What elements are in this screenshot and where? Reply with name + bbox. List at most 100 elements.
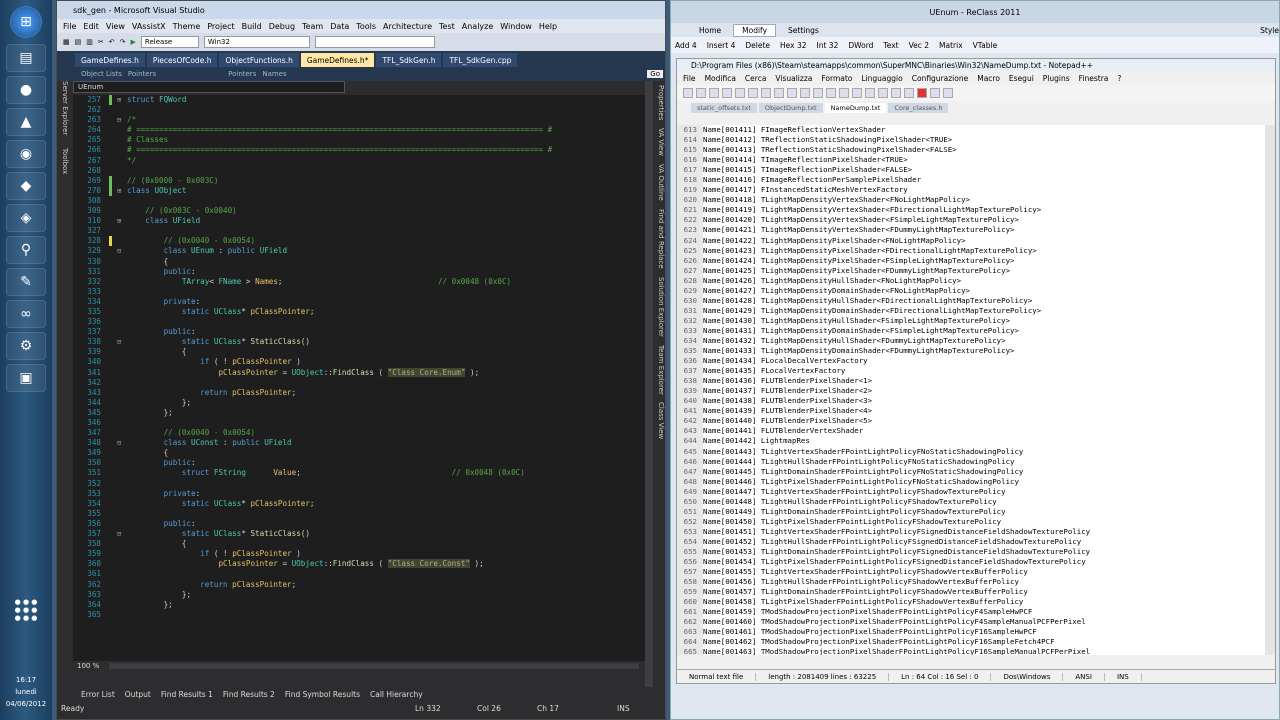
np-cut-icon[interactable]: [761, 88, 771, 98]
vs-menu-item[interactable]: Tools: [356, 22, 376, 31]
np-zoom-out-icon[interactable]: [865, 88, 875, 98]
tool-window-tab[interactable]: Properties: [657, 85, 665, 120]
devenv-icon[interactable]: ◈: [6, 204, 46, 232]
np-undo-icon[interactable]: [800, 88, 810, 98]
np-new-icon[interactable]: [683, 88, 693, 98]
tool-window-tab[interactable]: VA View: [657, 128, 665, 156]
nav-pointers[interactable]: Pointers: [128, 70, 156, 78]
rc-ribbon-button[interactable]: Delete: [745, 41, 770, 50]
vs-titlebar[interactable]: sdk_gen - Microsoft Visual Studio: [57, 1, 665, 19]
magnifier-icon[interactable]: ⚲: [6, 236, 46, 264]
vs-menu-item[interactable]: VAssistX: [132, 22, 166, 31]
tool-window-tab[interactable]: Solution Explorer: [657, 277, 665, 337]
np-copy-icon[interactable]: [774, 88, 784, 98]
vs-menu-item[interactable]: Project: [207, 22, 234, 31]
save-icon[interactable]: ▥: [86, 38, 93, 46]
np-menu-item[interactable]: Finestra: [1079, 74, 1109, 83]
vs-menu-item[interactable]: Data: [330, 22, 349, 31]
vs-menu-item[interactable]: Build: [242, 22, 262, 31]
redo-icon[interactable]: ↷: [120, 38, 126, 46]
np-menu-item[interactable]: File: [683, 74, 696, 83]
np-menu-item[interactable]: Formato: [821, 74, 852, 83]
vs-menu-item[interactable]: Team: [302, 22, 323, 31]
rc-ribbon-button[interactable]: Insert 4: [707, 41, 736, 50]
tray-icons[interactable]: ● ● ● ● ● ● ● ● ●: [2, 598, 50, 622]
np-vertical-scrollbar[interactable]: [1265, 125, 1275, 655]
bottom-tool-tab[interactable]: Find Symbol Results: [285, 690, 360, 699]
vs-menu-item[interactable]: Theme: [173, 22, 201, 31]
np-menu-item[interactable]: ?: [1117, 74, 1121, 83]
fold-toggle-icon[interactable]: ⊞: [117, 216, 127, 226]
np-save-all-icon[interactable]: [722, 88, 732, 98]
vs-menu-item[interactable]: Edit: [83, 22, 99, 31]
np-file-tab[interactable]: Core_classes.h: [888, 103, 949, 113]
rc-tab[interactable]: Modify: [733, 23, 777, 37]
fold-toggle-icon[interactable]: ⊞: [117, 186, 127, 196]
platform-select[interactable]: Win32: [203, 36, 310, 48]
rc-ribbon-button[interactable]: VTable: [973, 41, 998, 50]
code-editor[interactable]: 257 ⊞ struct FQWord 262 263 ⊟/* 264 # =========…: [73, 95, 645, 661]
rc-style-menu[interactable]: Style: [1260, 26, 1279, 35]
nav-pointers-2[interactable]: Pointers: [228, 70, 256, 78]
np-menu-item[interactable]: Visualizza: [775, 74, 812, 83]
vs-menu-item[interactable]: Debug: [269, 22, 295, 31]
np-file-tab[interactable]: ObjectDump.txt: [758, 103, 823, 113]
np-open-icon[interactable]: [696, 88, 706, 98]
vs-menu-item[interactable]: Test: [439, 22, 455, 31]
tab-document[interactable]: GameDefines.h*: [300, 53, 375, 67]
open-icon[interactable]: ▤: [75, 38, 82, 46]
tab-document[interactable]: PiecesOfCode.h: [146, 53, 218, 67]
tab-document[interactable]: TFL_SdkGen.h: [376, 53, 442, 67]
np-redo-icon[interactable]: [813, 88, 823, 98]
np-menu-item[interactable]: Configurazione: [912, 74, 968, 83]
rc-ribbon-button[interactable]: Int 32: [817, 41, 839, 50]
clock-time[interactable]: 16:17: [2, 676, 50, 684]
new-project-icon[interactable]: ▦: [63, 38, 70, 46]
warning-app-icon[interactable]: ▲: [6, 108, 46, 136]
np-print-icon[interactable]: [748, 88, 758, 98]
horizontal-scrollbar[interactable]: [109, 663, 639, 669]
np-sync-icon[interactable]: [878, 88, 888, 98]
tab-document[interactable]: TFL_SdkGen.cpp: [443, 53, 518, 67]
cut-icon[interactable]: ✂: [98, 38, 104, 46]
find-combo[interactable]: [314, 36, 435, 48]
np-menu-item[interactable]: Linguaggio: [861, 74, 902, 83]
bottom-tool-tab[interactable]: Error List: [81, 690, 115, 699]
firefox-icon[interactable]: ●: [6, 76, 46, 104]
np-menu-item[interactable]: Plugins: [1043, 74, 1070, 83]
np-close-icon[interactable]: [735, 88, 745, 98]
tool-window-tab[interactable]: VA Outline: [657, 164, 665, 201]
bottom-tool-tab[interactable]: Call Hierarchy: [370, 690, 423, 699]
np-file-tab[interactable]: NameDump.txt: [824, 103, 887, 113]
fold-toggle-icon[interactable]: ⊞: [117, 95, 127, 105]
rc-ribbon-button[interactable]: Matrix: [939, 41, 963, 50]
bottom-tool-tab[interactable]: Find Results 1: [161, 690, 213, 699]
np-menu-item[interactable]: Macro: [977, 74, 1000, 83]
rc-tab[interactable]: Home: [691, 25, 729, 36]
np-file-tab[interactable]: static_offsets.txt: [691, 103, 757, 113]
explorer-icon[interactable]: ▤: [6, 44, 46, 72]
np-menu-item[interactable]: Cerca: [745, 74, 767, 83]
np-titlebar[interactable]: D:\Program Files (x86)\Steam\steamapps\c…: [677, 59, 1275, 71]
np-stop-icon[interactable]: [930, 88, 940, 98]
rc-tab[interactable]: Settings: [780, 25, 827, 36]
np-find-icon[interactable]: [826, 88, 836, 98]
unity-icon[interactable]: ◆: [6, 172, 46, 200]
bottom-tool-tab[interactable]: Output: [125, 690, 151, 699]
vs-menu-item[interactable]: Architecture: [383, 22, 432, 31]
notepadpp-icon[interactable]: ✎: [6, 268, 46, 296]
go-button[interactable]: Go: [647, 70, 663, 78]
np-text-area[interactable]: 613 Name[001411] FImageReflectionVertexSh…: [677, 125, 1267, 655]
start-button[interactable]: ⊞: [10, 6, 42, 38]
toolbox-tab[interactable]: Toolbox: [61, 148, 69, 174]
tool-window-tab[interactable]: Class View: [657, 402, 665, 439]
fold-toggle-icon[interactable]: ⊟: [117, 438, 127, 448]
rc-ribbon-button[interactable]: Vec 2: [909, 41, 929, 50]
tab-document[interactable]: GameDefines.h: [75, 53, 145, 67]
vs-menu-item[interactable]: View: [106, 22, 125, 31]
fold-toggle-icon[interactable]: ⊟: [117, 529, 127, 539]
rc-ribbon-button[interactable]: Text: [883, 41, 898, 50]
class-combo[interactable]: UEnum: [73, 81, 345, 93]
tool-icon[interactable]: ⚙: [6, 332, 46, 360]
np-menu-item[interactable]: Modifica: [705, 74, 736, 83]
